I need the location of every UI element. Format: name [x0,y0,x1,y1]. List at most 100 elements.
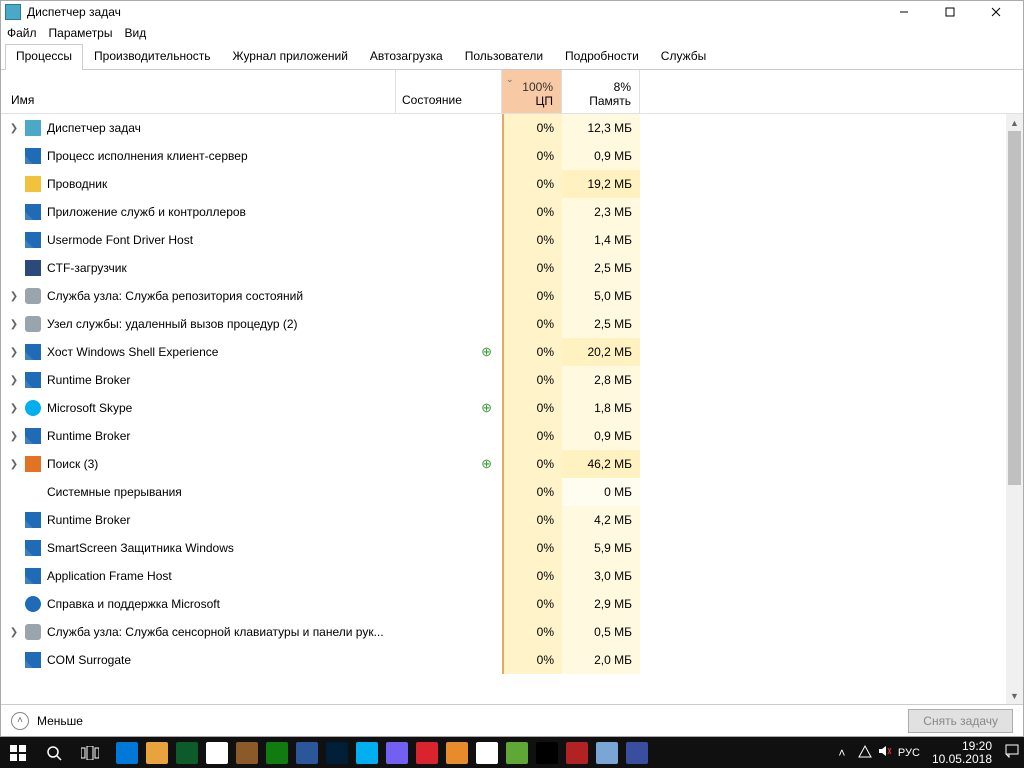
mem-cell: 19,2 МБ [562,170,640,198]
taskbar-app-6[interactable] [292,737,322,768]
taskbar-app-4[interactable] [232,737,262,768]
tray-chevron-icon[interactable]: ˄ [832,737,852,768]
process-row[interactable]: ❯Runtime Broker0%0,9 МБ [1,422,1023,450]
task-view-icon[interactable] [72,737,108,768]
process-row[interactable]: Справка и поддержка Microsoft0%2,9 МБ [1,590,1023,618]
col-state[interactable]: Состояние [396,70,502,113]
process-name: COM Surrogate [47,653,131,667]
process-row[interactable]: Проводник0%19,2 МБ [1,170,1023,198]
fewer-details[interactable]: Меньше [37,714,83,728]
scroll-thumb[interactable] [1008,131,1021,485]
taskbar-app-14[interactable] [532,737,562,768]
tray-language[interactable]: РУС [898,747,920,759]
process-row[interactable]: ❯Диспетчер задач0%12,3 МБ [1,114,1023,142]
process-icon [25,288,41,304]
process-name: Application Frame Host [47,569,172,583]
process-icon [25,148,41,164]
tab-5[interactable]: Подробности [554,44,650,70]
process-row[interactable]: Системные прерывания0%0 МБ [1,478,1023,506]
tab-2[interactable]: Журнал приложений [222,44,359,70]
titlebar[interactable]: Диспетчер задач [1,1,1023,23]
expand-chevron-icon[interactable]: ❯ [7,347,21,358]
cpu-cell: 0% [502,394,562,422]
mem-cell: 0 МБ [562,478,640,506]
taskbar-app-17[interactable] [622,737,652,768]
process-icon [25,344,41,360]
menu-file[interactable]: Файл [7,26,37,40]
scroll-up-icon[interactable]: ▲ [1006,114,1023,131]
taskbar-app-10[interactable] [412,737,442,768]
end-task-button[interactable]: Снять задачу [908,709,1013,733]
taskbar[interactable]: ˄ РУС 19:20 10.05.2018 [0,737,1024,768]
process-row[interactable]: ❯Runtime Broker0%2,8 МБ [1,366,1023,394]
col-name[interactable]: Имя [1,70,396,113]
sort-chevron-icon: ⌄ [506,74,514,85]
vertical-scrollbar[interactable]: ▲ ▼ [1006,114,1023,704]
tab-6[interactable]: Службы [650,44,717,70]
taskbar-app-0[interactable] [112,737,142,768]
taskbar-app-11[interactable] [442,737,472,768]
notifications-icon[interactable] [1004,743,1020,762]
column-headers: Имя Состояние ⌄ 100% ЦП 8% Память [1,70,1023,114]
maximize-button[interactable] [927,2,973,22]
expand-chevron-icon[interactable]: ❯ [7,375,21,386]
taskbar-app-8[interactable] [352,737,382,768]
scroll-down-icon[interactable]: ▼ [1006,687,1023,704]
col-cpu[interactable]: ⌄ 100% ЦП [502,70,562,113]
process-row[interactable]: Приложение служб и контроллеров0%2,3 МБ [1,198,1023,226]
taskbar-app-15[interactable] [562,737,592,768]
taskbar-app-9[interactable] [382,737,412,768]
expand-chevron-icon[interactable]: ❯ [7,291,21,302]
tab-0[interactable]: Процессы [5,44,83,70]
process-row[interactable]: ❯Служба узла: Служба репозитория состоян… [1,282,1023,310]
process-row[interactable]: Процесс исполнения клиент-сервер0%0,9 МБ [1,142,1023,170]
cpu-cell: 0% [502,282,562,310]
mem-cell: 2,5 МБ [562,254,640,282]
close-button[interactable] [973,2,1019,22]
window-title: Диспетчер задач [27,5,881,19]
taskbar-app-5[interactable] [262,737,292,768]
process-row[interactable]: ❯Хост Windows Shell Experience⊕0%20,2 МБ [1,338,1023,366]
process-row[interactable]: ❯Поиск (3)⊕0%46,2 МБ [1,450,1023,478]
taskbar-app-1[interactable] [142,737,172,768]
tab-4[interactable]: Пользователи [454,44,554,70]
expand-chevron-icon[interactable]: ❯ [7,627,21,638]
process-row[interactable]: COM Surrogate0%2,0 МБ [1,646,1023,674]
menu-view[interactable]: Вид [124,26,146,40]
mem-cell: 1,8 МБ [562,394,640,422]
volume-icon[interactable] [878,744,892,761]
menu-params[interactable]: Параметры [49,26,113,40]
tab-3[interactable]: Автозагрузка [359,44,454,70]
taskbar-app-12[interactable] [472,737,502,768]
tab-1[interactable]: Производительность [83,44,221,70]
leaf-icon: ⊕ [481,344,492,360]
taskbar-app-7[interactable] [322,737,352,768]
process-row[interactable]: CTF-загрузчик0%2,5 МБ [1,254,1023,282]
expand-chevron-icon[interactable]: ❯ [7,431,21,442]
expand-chevron-icon[interactable]: ❯ [7,459,21,470]
network-icon[interactable] [858,744,872,761]
expand-chevron-icon[interactable]: ❯ [7,123,21,134]
taskbar-app-13[interactable] [502,737,532,768]
process-row[interactable]: SmartScreen Защитника Windows0%5,9 МБ [1,534,1023,562]
expand-chevron-icon[interactable]: ❯ [7,319,21,330]
search-icon[interactable] [36,737,72,768]
process-row[interactable]: Runtime Broker0%4,2 МБ [1,506,1023,534]
expand-chevron-icon[interactable]: ❯ [7,403,21,414]
col-memory[interactable]: 8% Память [562,70,640,113]
cpu-cell: 0% [502,170,562,198]
taskbar-app-16[interactable] [592,737,622,768]
tray-clock[interactable]: 19:20 10.05.2018 [926,740,998,766]
start-button[interactable] [0,737,36,768]
mem-cell: 0,9 МБ [562,422,640,450]
process-row[interactable]: ❯Узел службы: удаленный вызов процедур (… [1,310,1023,338]
mem-cell: 4,2 МБ [562,506,640,534]
process-row[interactable]: Application Frame Host0%3,0 МБ [1,562,1023,590]
process-row[interactable]: ❯Microsoft Skype⊕0%1,8 МБ [1,394,1023,422]
process-row[interactable]: ❯Служба узла: Служба сенсорной клавиатур… [1,618,1023,646]
taskbar-app-3[interactable] [202,737,232,768]
collapse-icon[interactable]: ˄ [11,712,29,730]
taskbar-app-2[interactable] [172,737,202,768]
minimize-button[interactable] [881,2,927,22]
process-row[interactable]: Usermode Font Driver Host0%1,4 МБ [1,226,1023,254]
